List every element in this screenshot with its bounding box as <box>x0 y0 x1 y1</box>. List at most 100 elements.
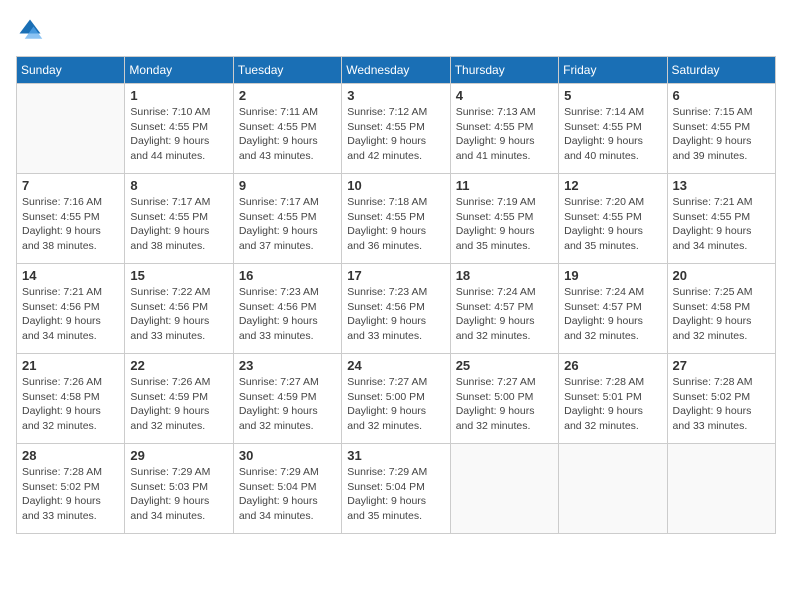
day-number: 6 <box>673 88 770 103</box>
calendar-cell: 30 Sunrise: 7:29 AMSunset: 5:04 PMDayligh… <box>233 444 341 534</box>
calendar-cell: 14 Sunrise: 7:21 AMSunset: 4:56 PMDayligh… <box>17 264 125 354</box>
day-info: Sunrise: 7:16 AMSunset: 4:55 PMDaylight:… <box>22 195 119 254</box>
calendar-cell: 22 Sunrise: 7:26 AMSunset: 4:59 PMDayligh… <box>125 354 233 444</box>
day-number: 3 <box>347 88 444 103</box>
calendar-cell: 5 Sunrise: 7:14 AMSunset: 4:55 PMDaylight… <box>559 84 667 174</box>
day-header-sunday: Sunday <box>17 57 125 84</box>
calendar-cell: 20Sunrise: 7:25 AMSunset: 4:58 PMDayligh… <box>667 264 775 354</box>
calendar-cell: 27 Sunrise: 7:28 AMSunset: 5:02 PMDayligh… <box>667 354 775 444</box>
day-info: Sunrise: 7:21 AMSunset: 4:56 PMDaylight:… <box>22 285 119 344</box>
day-info: Sunrise: 7:22 AMSunset: 4:56 PMDaylight:… <box>130 285 227 344</box>
day-number: 16 <box>239 268 336 283</box>
day-info: Sunrise: 7:17 AMSunset: 4:55 PMDaylight:… <box>130 195 227 254</box>
day-info: Sunrise: 7:26 AMSunset: 4:59 PMDaylight:… <box>130 375 227 434</box>
day-number: 17 <box>347 268 444 283</box>
logo <box>16 16 48 44</box>
calendar-cell <box>559 444 667 534</box>
day-info: Sunrise: 7:23 AMSunset: 4:56 PMDaylight:… <box>239 285 336 344</box>
day-info: Sunrise: 7:20 AMSunset: 4:55 PMDaylight:… <box>564 195 661 254</box>
calendar-cell: 16 Sunrise: 7:23 AMSunset: 4:56 PMDayligh… <box>233 264 341 354</box>
day-header-thursday: Thursday <box>450 57 558 84</box>
calendar-cell: 29Sunrise: 7:29 AMSunset: 5:03 PMDayligh… <box>125 444 233 534</box>
day-number: 30 <box>239 448 336 463</box>
day-number: 14 <box>22 268 119 283</box>
day-info: Sunrise: 7:12 AMSunset: 4:55 PMDaylight:… <box>347 105 444 164</box>
day-header-tuesday: Tuesday <box>233 57 341 84</box>
calendar-week-4: 21 Sunrise: 7:26 AMSunset: 4:58 PMDayligh… <box>17 354 776 444</box>
day-number: 26 <box>564 358 661 373</box>
calendar-cell: 1 Sunrise: 7:10 AMSunset: 4:55 PMDaylight… <box>125 84 233 174</box>
calendar-week-3: 14 Sunrise: 7:21 AMSunset: 4:56 PMDayligh… <box>17 264 776 354</box>
day-info: Sunrise: 7:27 AMSunset: 4:59 PMDaylight:… <box>239 375 336 434</box>
day-number: 12 <box>564 178 661 193</box>
day-info: Sunrise: 7:28 AMSunset: 5:02 PMDaylight:… <box>673 375 770 434</box>
day-info: Sunrise: 7:14 AMSunset: 4:55 PMDaylight:… <box>564 105 661 164</box>
day-info: Sunrise: 7:10 AMSunset: 4:55 PMDaylight:… <box>130 105 227 164</box>
day-number: 10 <box>347 178 444 193</box>
day-number: 1 <box>130 88 227 103</box>
day-number: 2 <box>239 88 336 103</box>
day-header-monday: Monday <box>125 57 233 84</box>
logo-icon <box>16 16 44 44</box>
calendar-cell: 31 Sunrise: 7:29 AMSunset: 5:04 PMDayligh… <box>342 444 450 534</box>
calendar-header-row: SundayMondayTuesdayWednesdayThursdayFrid… <box>17 57 776 84</box>
calendar-cell: 17 Sunrise: 7:23 AMSunset: 4:56 PMDayligh… <box>342 264 450 354</box>
calendar-cell: 19 Sunrise: 7:24 AMSunset: 4:57 PMDayligh… <box>559 264 667 354</box>
day-info: Sunrise: 7:26 AMSunset: 4:58 PMDaylight:… <box>22 375 119 434</box>
day-info: Sunrise: 7:18 AMSunset: 4:55 PMDaylight:… <box>347 195 444 254</box>
day-number: 13 <box>673 178 770 193</box>
day-info: Sunrise: 7:15 AMSunset: 4:55 PMDaylight:… <box>673 105 770 164</box>
day-info: Sunrise: 7:23 AMSunset: 4:56 PMDaylight:… <box>347 285 444 344</box>
calendar-cell: 10 Sunrise: 7:18 AMSunset: 4:55 PMDayligh… <box>342 174 450 264</box>
day-number: 4 <box>456 88 553 103</box>
day-number: 25 <box>456 358 553 373</box>
day-info: Sunrise: 7:24 AMSunset: 4:57 PMDaylight:… <box>564 285 661 344</box>
calendar-cell: 7Sunrise: 7:16 AMSunset: 4:55 PMDaylight… <box>17 174 125 264</box>
day-info: Sunrise: 7:24 AMSunset: 4:57 PMDaylight:… <box>456 285 553 344</box>
day-info: Sunrise: 7:21 AMSunset: 4:55 PMDaylight:… <box>673 195 770 254</box>
day-number: 15 <box>130 268 227 283</box>
calendar-cell <box>450 444 558 534</box>
calendar-cell: 28Sunrise: 7:28 AMSunset: 5:02 PMDayligh… <box>17 444 125 534</box>
calendar-cell <box>667 444 775 534</box>
day-number: 18 <box>456 268 553 283</box>
day-number: 23 <box>239 358 336 373</box>
day-number: 22 <box>130 358 227 373</box>
day-number: 11 <box>456 178 553 193</box>
calendar-week-2: 7Sunrise: 7:16 AMSunset: 4:55 PMDaylight… <box>17 174 776 264</box>
day-info: Sunrise: 7:29 AMSunset: 5:04 PMDaylight:… <box>347 465 444 524</box>
day-number: 8 <box>130 178 227 193</box>
calendar-cell: 13 Sunrise: 7:21 AMSunset: 4:55 PMDayligh… <box>667 174 775 264</box>
calendar-cell: 9 Sunrise: 7:17 AMSunset: 4:55 PMDaylight… <box>233 174 341 264</box>
day-number: 21 <box>22 358 119 373</box>
day-info: Sunrise: 7:13 AMSunset: 4:55 PMDaylight:… <box>456 105 553 164</box>
calendar-cell: 6 Sunrise: 7:15 AMSunset: 4:55 PMDaylight… <box>667 84 775 174</box>
day-info: Sunrise: 7:27 AMSunset: 5:00 PMDaylight:… <box>456 375 553 434</box>
day-number: 24 <box>347 358 444 373</box>
day-number: 19 <box>564 268 661 283</box>
day-number: 9 <box>239 178 336 193</box>
day-number: 29 <box>130 448 227 463</box>
day-info: Sunrise: 7:29 AMSunset: 5:04 PMDaylight:… <box>239 465 336 524</box>
calendar-cell: 2Sunrise: 7:11 AMSunset: 4:55 PMDaylight… <box>233 84 341 174</box>
day-header-wednesday: Wednesday <box>342 57 450 84</box>
calendar-cell <box>17 84 125 174</box>
day-info: Sunrise: 7:17 AMSunset: 4:55 PMDaylight:… <box>239 195 336 254</box>
day-info: Sunrise: 7:28 AMSunset: 5:01 PMDaylight:… <box>564 375 661 434</box>
day-info: Sunrise: 7:27 AMSunset: 5:00 PMDaylight:… <box>347 375 444 434</box>
day-header-saturday: Saturday <box>667 57 775 84</box>
day-number: 27 <box>673 358 770 373</box>
calendar-cell: 12 Sunrise: 7:20 AMSunset: 4:55 PMDayligh… <box>559 174 667 264</box>
day-number: 5 <box>564 88 661 103</box>
calendar-cell: 15 Sunrise: 7:22 AMSunset: 4:56 PMDayligh… <box>125 264 233 354</box>
calendar-cell: 11Sunrise: 7:19 AMSunset: 4:55 PMDayligh… <box>450 174 558 264</box>
calendar-cell: 8 Sunrise: 7:17 AMSunset: 4:55 PMDaylight… <box>125 174 233 264</box>
calendar-cell: 18 Sunrise: 7:24 AMSunset: 4:57 PMDayligh… <box>450 264 558 354</box>
day-info: Sunrise: 7:25 AMSunset: 4:58 PMDaylight:… <box>673 285 770 344</box>
calendar-cell: 25 Sunrise: 7:27 AMSunset: 5:00 PMDayligh… <box>450 354 558 444</box>
day-header-friday: Friday <box>559 57 667 84</box>
day-number: 31 <box>347 448 444 463</box>
calendar-week-5: 28Sunrise: 7:28 AMSunset: 5:02 PMDayligh… <box>17 444 776 534</box>
calendar-week-1: 1 Sunrise: 7:10 AMSunset: 4:55 PMDaylight… <box>17 84 776 174</box>
page-header <box>16 16 776 44</box>
